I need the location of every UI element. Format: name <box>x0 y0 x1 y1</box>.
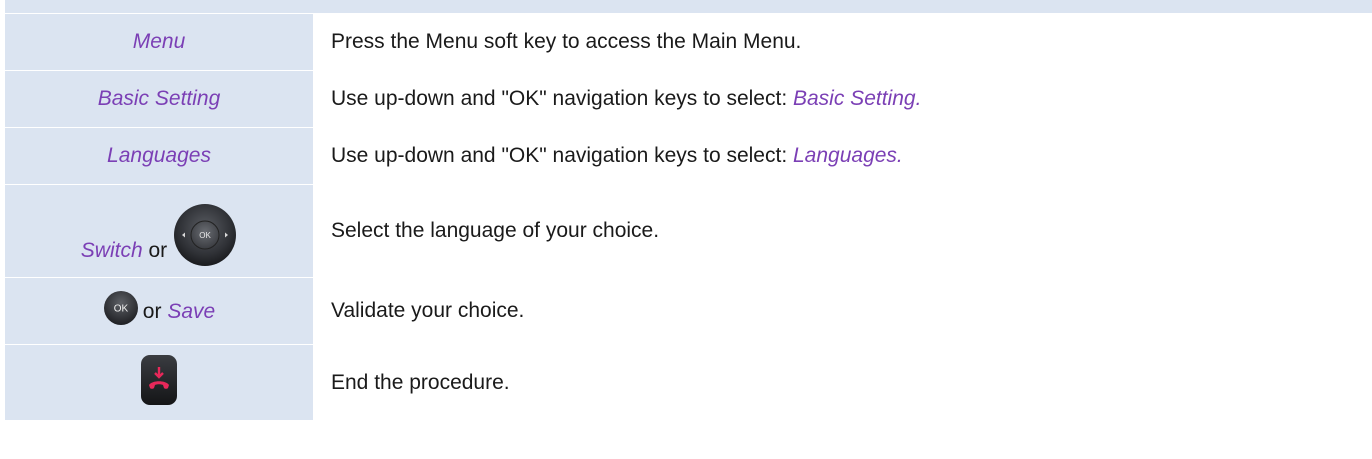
key-cell: Switch or OK <box>5 184 314 278</box>
description-cell: Validate your choice. <box>313 277 1372 345</box>
switch-label-group: Switch or <box>81 239 167 267</box>
description-cell: End the procedure. <box>313 344 1372 420</box>
table-row: Switch or OK Select the language of your… <box>5 184 1372 278</box>
basic-setting-label: Basic Setting <box>97 87 221 110</box>
menu-key-label: Menu <box>132 30 186 53</box>
description-cell: Use up-down and "OK" navigation keys to … <box>313 127 1372 185</box>
step-description: End the procedure. <box>331 370 510 394</box>
table-row: End the procedure. <box>5 344 1372 420</box>
table-row: Basic Setting Use up-down and "OK" navig… <box>5 70 1372 128</box>
step-description-target: Languages. <box>793 144 903 167</box>
step-description: Use up-down and "OK" navigation keys to … <box>331 87 793 110</box>
or-connector: or <box>148 239 168 262</box>
procedure-table: Menu Press the Menu soft key to access t… <box>5 13 1372 420</box>
step-description: Press the Menu soft key to access the Ma… <box>331 30 802 53</box>
switch-label: Switch <box>80 239 143 262</box>
step-description: Use up-down and "OK" navigation keys to … <box>331 144 793 167</box>
or-connector: or <box>142 300 162 323</box>
step-description: Select the language of your choice. <box>331 219 660 242</box>
ok-or-save: OK or Save <box>103 290 215 326</box>
description-cell: Use up-down and "OK" navigation keys to … <box>313 70 1372 128</box>
languages-label: Languages <box>107 144 211 167</box>
table-row: OK or Save Validate your choice. <box>5 277 1372 345</box>
navpad-ok-text: OK <box>199 231 211 240</box>
key-cell: OK or Save <box>5 277 314 345</box>
save-label: Save <box>167 300 216 323</box>
description-cell: Select the language of your choice. <box>313 184 1372 278</box>
hang-up-key-icon <box>141 354 177 405</box>
save-label-group: or Save <box>143 300 215 326</box>
key-cell: Basic Setting <box>5 70 314 128</box>
key-cell <box>5 344 314 420</box>
ok-button-text: OK <box>114 304 129 315</box>
table-row: Menu Press the Menu soft key to access t… <box>5 13 1372 71</box>
table-header-strip <box>5 0 1372 13</box>
navigation-pad-icon: OK <box>174 204 237 266</box>
step-description: Validate your choice. <box>331 299 525 322</box>
ok-button-icon: OK <box>103 291 138 325</box>
step-description-target: Basic Setting. <box>793 87 922 110</box>
description-cell: Press the Menu soft key to access the Ma… <box>313 13 1372 71</box>
switch-or-navpad: Switch or OK <box>81 203 237 267</box>
key-cell: Menu <box>5 13 314 71</box>
key-cell: Languages <box>5 127 314 185</box>
table-row: Languages Use up-down and "OK" navigatio… <box>5 127 1372 185</box>
